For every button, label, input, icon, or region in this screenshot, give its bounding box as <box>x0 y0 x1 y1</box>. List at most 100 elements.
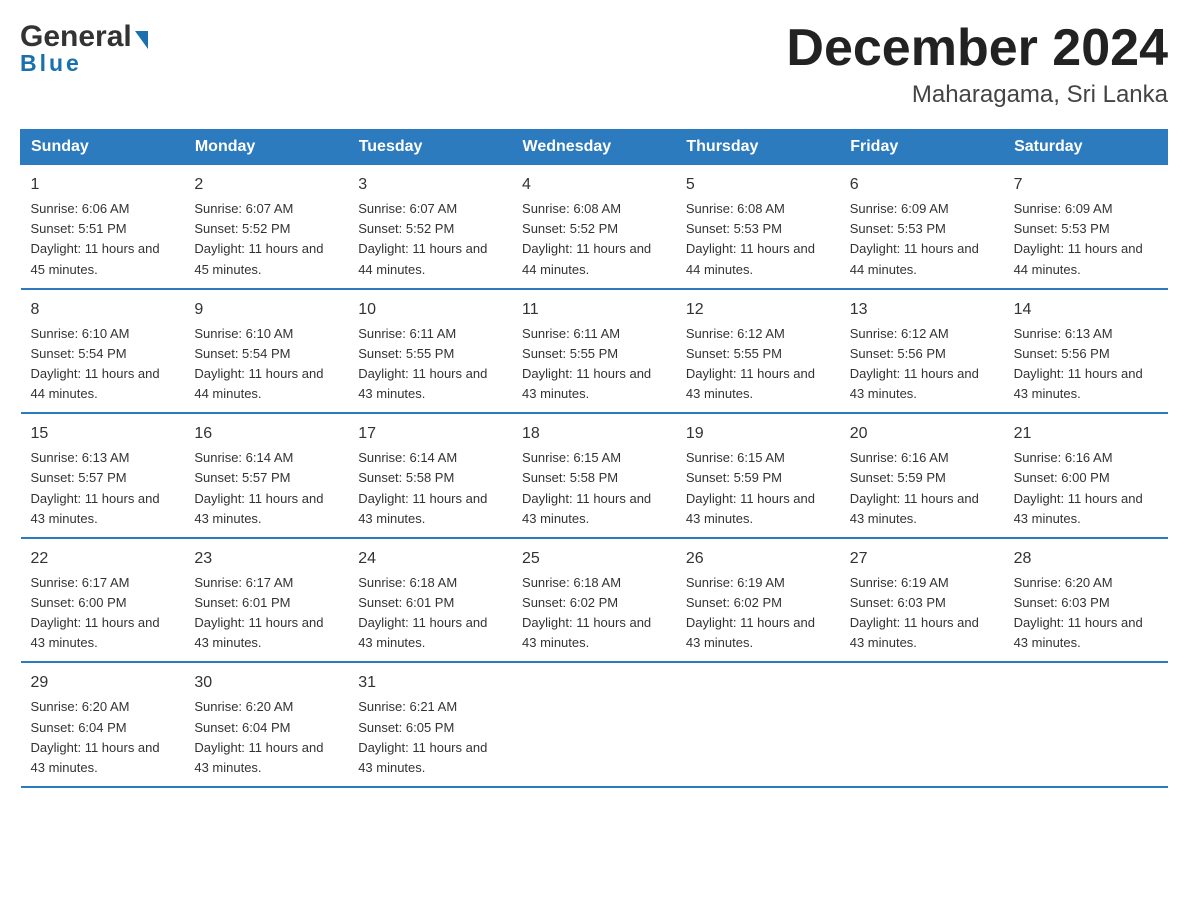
day-info: Sunrise: 6:11 AMSunset: 5:55 PMDaylight:… <box>358 326 487 401</box>
calendar-cell: 19 Sunrise: 6:15 AMSunset: 5:59 PMDaylig… <box>676 413 840 538</box>
logo-blue-label: Blue <box>20 50 82 77</box>
day-info: Sunrise: 6:12 AMSunset: 5:55 PMDaylight:… <box>686 326 815 401</box>
calendar-cell: 9 Sunrise: 6:10 AMSunset: 5:54 PMDayligh… <box>184 289 348 414</box>
calendar-cell: 11 Sunrise: 6:11 AMSunset: 5:55 PMDaylig… <box>512 289 676 414</box>
calendar-week-3: 15 Sunrise: 6:13 AMSunset: 5:57 PMDaylig… <box>21 413 1168 538</box>
day-number: 7 <box>1014 173 1158 197</box>
calendar-cell: 31 Sunrise: 6:21 AMSunset: 6:05 PMDaylig… <box>348 662 512 787</box>
calendar-subtitle: Maharagama, Sri Lanka <box>786 81 1168 109</box>
col-monday: Monday <box>184 130 348 165</box>
col-saturday: Saturday <box>1004 130 1168 165</box>
calendar-body: 1 Sunrise: 6:06 AMSunset: 5:51 PMDayligh… <box>21 165 1168 787</box>
calendar-cell: 15 Sunrise: 6:13 AMSunset: 5:57 PMDaylig… <box>21 413 185 538</box>
day-number: 22 <box>31 547 175 571</box>
day-number: 29 <box>31 671 175 695</box>
day-info: Sunrise: 6:20 AMSunset: 6:04 PMDaylight:… <box>194 699 323 774</box>
day-number: 25 <box>522 547 666 571</box>
title-block: December 2024 Maharagama, Sri Lanka <box>786 20 1168 109</box>
calendar-cell: 12 Sunrise: 6:12 AMSunset: 5:55 PMDaylig… <box>676 289 840 414</box>
day-number: 20 <box>850 422 994 446</box>
day-number: 17 <box>358 422 502 446</box>
day-info: Sunrise: 6:09 AMSunset: 5:53 PMDaylight:… <box>850 201 979 276</box>
calendar-cell: 18 Sunrise: 6:15 AMSunset: 5:58 PMDaylig… <box>512 413 676 538</box>
calendar-cell: 27 Sunrise: 6:19 AMSunset: 6:03 PMDaylig… <box>840 538 1004 663</box>
header-row: Sunday Monday Tuesday Wednesday Thursday… <box>21 130 1168 165</box>
calendar-cell: 2 Sunrise: 6:07 AMSunset: 5:52 PMDayligh… <box>184 165 348 289</box>
calendar-cell: 21 Sunrise: 6:16 AMSunset: 6:00 PMDaylig… <box>1004 413 1168 538</box>
day-number: 24 <box>358 547 502 571</box>
day-info: Sunrise: 6:17 AMSunset: 6:01 PMDaylight:… <box>194 575 323 650</box>
day-number: 19 <box>686 422 830 446</box>
day-number: 11 <box>522 298 666 322</box>
calendar-cell <box>676 662 840 787</box>
day-info: Sunrise: 6:06 AMSunset: 5:51 PMDaylight:… <box>31 201 160 276</box>
calendar-cell: 1 Sunrise: 6:06 AMSunset: 5:51 PMDayligh… <box>21 165 185 289</box>
calendar-cell: 29 Sunrise: 6:20 AMSunset: 6:04 PMDaylig… <box>21 662 185 787</box>
day-info: Sunrise: 6:13 AMSunset: 5:57 PMDaylight:… <box>31 450 160 525</box>
day-number: 3 <box>358 173 502 197</box>
calendar-cell: 8 Sunrise: 6:10 AMSunset: 5:54 PMDayligh… <box>21 289 185 414</box>
calendar-cell <box>1004 662 1168 787</box>
day-number: 1 <box>31 173 175 197</box>
calendar-cell: 6 Sunrise: 6:09 AMSunset: 5:53 PMDayligh… <box>840 165 1004 289</box>
day-info: Sunrise: 6:08 AMSunset: 5:53 PMDaylight:… <box>686 201 815 276</box>
calendar-cell: 7 Sunrise: 6:09 AMSunset: 5:53 PMDayligh… <box>1004 165 1168 289</box>
day-number: 23 <box>194 547 338 571</box>
day-info: Sunrise: 6:18 AMSunset: 6:02 PMDaylight:… <box>522 575 651 650</box>
calendar-cell: 17 Sunrise: 6:14 AMSunset: 5:58 PMDaylig… <box>348 413 512 538</box>
day-info: Sunrise: 6:15 AMSunset: 5:58 PMDaylight:… <box>522 450 651 525</box>
calendar-cell: 25 Sunrise: 6:18 AMSunset: 6:02 PMDaylig… <box>512 538 676 663</box>
day-info: Sunrise: 6:11 AMSunset: 5:55 PMDaylight:… <box>522 326 651 401</box>
calendar-cell: 10 Sunrise: 6:11 AMSunset: 5:55 PMDaylig… <box>348 289 512 414</box>
day-number: 2 <box>194 173 338 197</box>
calendar-table: Sunday Monday Tuesday Wednesday Thursday… <box>20 129 1168 788</box>
day-info: Sunrise: 6:12 AMSunset: 5:56 PMDaylight:… <box>850 326 979 401</box>
calendar-cell: 30 Sunrise: 6:20 AMSunset: 6:04 PMDaylig… <box>184 662 348 787</box>
day-number: 31 <box>358 671 502 695</box>
day-info: Sunrise: 6:20 AMSunset: 6:03 PMDaylight:… <box>1014 575 1143 650</box>
page-header: General Blue December 2024 Maharagama, S… <box>20 20 1168 109</box>
day-info: Sunrise: 6:14 AMSunset: 5:58 PMDaylight:… <box>358 450 487 525</box>
calendar-cell <box>840 662 1004 787</box>
col-sunday: Sunday <box>21 130 185 165</box>
day-number: 8 <box>31 298 175 322</box>
day-info: Sunrise: 6:20 AMSunset: 6:04 PMDaylight:… <box>31 699 160 774</box>
day-number: 6 <box>850 173 994 197</box>
calendar-cell: 28 Sunrise: 6:20 AMSunset: 6:03 PMDaylig… <box>1004 538 1168 663</box>
calendar-week-2: 8 Sunrise: 6:10 AMSunset: 5:54 PMDayligh… <box>21 289 1168 414</box>
day-info: Sunrise: 6:07 AMSunset: 5:52 PMDaylight:… <box>358 201 487 276</box>
day-info: Sunrise: 6:10 AMSunset: 5:54 PMDaylight:… <box>194 326 323 401</box>
calendar-week-5: 29 Sunrise: 6:20 AMSunset: 6:04 PMDaylig… <box>21 662 1168 787</box>
day-info: Sunrise: 6:21 AMSunset: 6:05 PMDaylight:… <box>358 699 487 774</box>
day-number: 14 <box>1014 298 1158 322</box>
col-tuesday: Tuesday <box>348 130 512 165</box>
col-friday: Friday <box>840 130 1004 165</box>
calendar-cell: 23 Sunrise: 6:17 AMSunset: 6:01 PMDaylig… <box>184 538 348 663</box>
logo-general-label: General <box>20 20 132 54</box>
day-number: 30 <box>194 671 338 695</box>
day-number: 9 <box>194 298 338 322</box>
calendar-cell: 13 Sunrise: 6:12 AMSunset: 5:56 PMDaylig… <box>840 289 1004 414</box>
day-number: 16 <box>194 422 338 446</box>
calendar-cell <box>512 662 676 787</box>
day-number: 10 <box>358 298 502 322</box>
day-number: 4 <box>522 173 666 197</box>
logo-general-text: General <box>20 20 148 54</box>
day-info: Sunrise: 6:14 AMSunset: 5:57 PMDaylight:… <box>194 450 323 525</box>
day-number: 5 <box>686 173 830 197</box>
day-info: Sunrise: 6:16 AMSunset: 5:59 PMDaylight:… <box>850 450 979 525</box>
day-number: 15 <box>31 422 175 446</box>
calendar-header: Sunday Monday Tuesday Wednesday Thursday… <box>21 130 1168 165</box>
day-number: 13 <box>850 298 994 322</box>
day-info: Sunrise: 6:10 AMSunset: 5:54 PMDaylight:… <box>31 326 160 401</box>
day-info: Sunrise: 6:08 AMSunset: 5:52 PMDaylight:… <box>522 201 651 276</box>
day-info: Sunrise: 6:19 AMSunset: 6:03 PMDaylight:… <box>850 575 979 650</box>
calendar-cell: 14 Sunrise: 6:13 AMSunset: 5:56 PMDaylig… <box>1004 289 1168 414</box>
day-number: 21 <box>1014 422 1158 446</box>
day-number: 28 <box>1014 547 1158 571</box>
calendar-cell: 22 Sunrise: 6:17 AMSunset: 6:00 PMDaylig… <box>21 538 185 663</box>
day-number: 12 <box>686 298 830 322</box>
col-thursday: Thursday <box>676 130 840 165</box>
calendar-cell: 5 Sunrise: 6:08 AMSunset: 5:53 PMDayligh… <box>676 165 840 289</box>
day-info: Sunrise: 6:19 AMSunset: 6:02 PMDaylight:… <box>686 575 815 650</box>
